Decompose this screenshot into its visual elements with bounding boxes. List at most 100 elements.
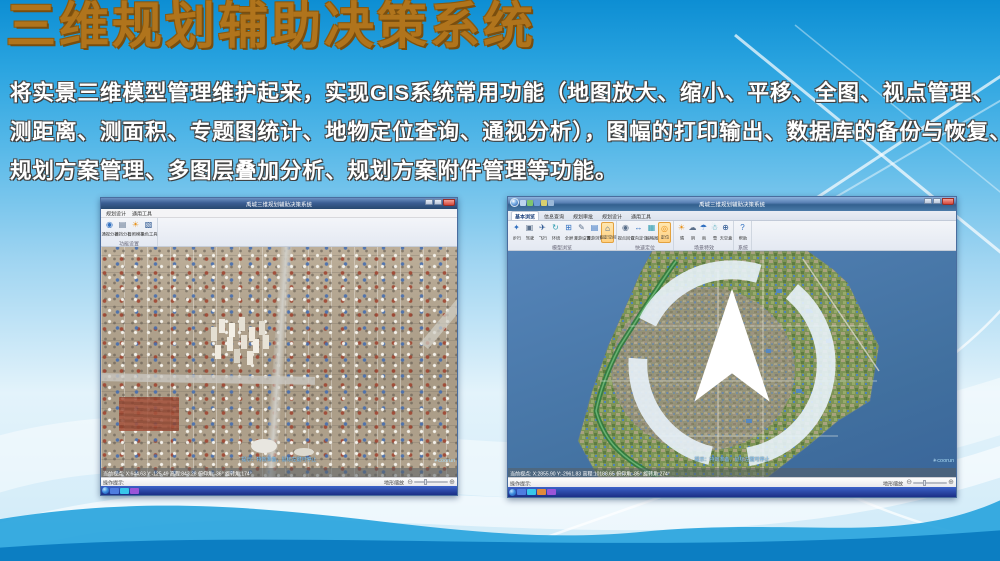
viewpoint-overlay-bar: 当前视点: X:2855.90 Y:-2961.83 高程:10188.65 俯…: [508, 468, 956, 477]
menu-tab-plan-design-label: 规划设计: [106, 209, 126, 217]
group-quick-locate-label: 快速定位: [635, 243, 655, 251]
cloudy-button[interactable]: ☁ 阴: [687, 222, 698, 243]
tab-plan-approval[interactable]: 规划审批: [569, 211, 597, 220]
help-button[interactable]: ? 帮助: [736, 222, 749, 243]
tab-plan-approval-label: 规划审批: [573, 212, 593, 220]
right-windows-taskbar[interactable]: [508, 487, 956, 497]
fly-button[interactable]: ✈ 飞行: [536, 222, 549, 243]
body-line-2: 测距离、测面积、专题图统计、地物定位查询、通视分析），图幅的打印输出、数据库的备…: [10, 113, 995, 152]
maximize-button[interactable]: [933, 198, 941, 204]
quick-access-icon[interactable]: [541, 200, 547, 206]
minimize-button[interactable]: [924, 198, 932, 204]
viewpoint-readout: 当前视点: X:2855.90 Y:-2961.83 高程:10188.65 俯…: [510, 469, 670, 477]
quick-access-icon[interactable]: [534, 200, 540, 206]
zoom-slider-track[interactable]: [913, 482, 947, 484]
status-hint-label: 操作提示:: [510, 479, 531, 487]
two-way-locate-button[interactable]: ↔ 双向定位: [632, 222, 645, 243]
taskbar-item[interactable]: [120, 488, 129, 494]
snow-button[interactable]: ☃ 雪: [709, 222, 720, 243]
ribbon-group-scene-effects: ☀ 晴 ☁ 阴 ☂ 雨 ☃ 雪 ⊕ 天空盒 场景特效: [674, 221, 734, 250]
locate-button[interactable]: ◎ 定位: [658, 222, 671, 243]
zoom-slider-thumb[interactable]: [424, 479, 427, 485]
fixed-space-button[interactable]: ⌂ 固定空间: [601, 222, 614, 243]
taskbar-item[interactable]: [517, 489, 526, 495]
zoom-out-icon[interactable]: ⊖: [407, 479, 413, 486]
drive-button[interactable]: ▣ 驾驶: [523, 222, 536, 243]
zoom-slider-track[interactable]: [414, 481, 448, 483]
rain-button[interactable]: ☂ 雨: [698, 222, 709, 243]
presentation-slide: 三维规划辅助决策系统 将实景三维模型管理维护起来，实现GIS系统常用功能（地图放…: [0, 0, 1000, 561]
right-window-controls: [924, 198, 954, 205]
compass-needle: [694, 289, 769, 402]
skybox-button[interactable]: ⊕ 天空盒: [720, 222, 731, 243]
left-window-title: 禹城三维规划辅助决策系统: [246, 199, 312, 207]
ribbon-group-system: ? 帮助 系统: [734, 221, 752, 250]
close-button[interactable]: [942, 198, 954, 205]
menu-tab-plan-design[interactable]: 规划设计: [103, 209, 129, 217]
zoom-in-icon[interactable]: ⊕: [948, 479, 954, 486]
taskbar-item[interactable]: [537, 489, 546, 495]
orbit-button[interactable]: ↻ 环绕: [549, 222, 562, 243]
walk-label: 步行: [512, 234, 520, 240]
group-system-label: 系统: [738, 243, 748, 251]
zoom-out-icon[interactable]: ⊖: [906, 479, 912, 486]
thumbnail-label: 缩略图: [645, 234, 658, 240]
paint-tool-label: 染色工具: [140, 230, 157, 236]
ribbon-group-function-settings: ◉ 通视分析 ▤ 遮挡分析 ☀ 日照模拟 ▧ 染色工具: [101, 218, 158, 246]
app-logo: [510, 198, 519, 207]
zoom-slider-thumb[interactable]: [923, 480, 926, 486]
terrain-zoom-label-box: 地形缩放: [881, 478, 905, 487]
tab-info-query[interactable]: 信息查询: [540, 211, 568, 220]
compass[interactable]: [508, 251, 956, 477]
right-map-view[interactable]: 提示：特效准备，鼠标左键可停止 ✳ coorun 当前视点: X:2855.90…: [508, 251, 956, 477]
coorun-logo-text: coorun: [937, 457, 954, 463]
right-title-bar[interactable]: 禹城三维规划辅助决策系统: [508, 197, 956, 211]
ribbon-tab-bar: 基本浏览 信息查询 规划审批 规划设计 通用工具: [508, 211, 956, 221]
thumbnail-button[interactable]: ▦ 缩略图: [645, 222, 658, 243]
ribbon-group-label: 功能设置: [103, 239, 155, 246]
group-model-browse-label: 模型浏览: [552, 243, 572, 251]
left-windows-taskbar[interactable]: [101, 486, 457, 495]
close-button[interactable]: [443, 199, 455, 206]
tab-plan-design-label: 规划设计: [602, 212, 622, 220]
taskbar-item[interactable]: [527, 489, 536, 495]
quick-access-icon[interactable]: [520, 200, 526, 206]
body-line-1: 将实景三维模型管理维护起来，实现GIS系统常用功能（地图放大、缩小、平移、全图、…: [10, 74, 995, 113]
terrain-zoom-control[interactable]: 地形缩放 ⊖ ⊕: [881, 478, 954, 487]
tab-common-tools[interactable]: 通用工具: [627, 211, 655, 220]
map-tip-text: 提示：特效准备，鼠标左键可停止: [242, 455, 317, 463]
left-title-bar[interactable]: 禹城三维规划辅助决策系统: [101, 198, 457, 209]
menu-tab-common-tools-label: 通用工具: [132, 209, 152, 217]
taskbar-item[interactable]: [130, 488, 139, 494]
zoom-in-icon[interactable]: ⊕: [449, 479, 455, 486]
quick-access-icon[interactable]: [527, 200, 533, 206]
tab-basic-browse[interactable]: 基本浏览: [511, 211, 539, 220]
group-scene-effects-label: 场景特效: [694, 243, 714, 251]
help-label: 帮助: [738, 234, 746, 240]
left-map-view[interactable]: 提示：特效准备，鼠标左键可停止 ✳ coorun 当前视点: X:644.63 …: [101, 247, 457, 477]
sunny-label: 晴: [679, 234, 683, 240]
red-roof-buildings: [119, 397, 179, 431]
coorun-logo-text: coorun: [438, 457, 455, 463]
quick-access-icon[interactable]: [548, 200, 554, 206]
sunny-button[interactable]: ☀ 晴: [676, 222, 687, 243]
drive-label: 驾驶: [525, 234, 533, 240]
taskbar-item[interactable]: [547, 489, 556, 495]
start-button[interactable]: [102, 487, 109, 494]
terrain-zoom-control[interactable]: 地形缩放 ⊖ ⊕: [382, 478, 455, 486]
tab-plan-design[interactable]: 规划设计: [598, 211, 626, 220]
quick-access-toolbar: [510, 198, 554, 207]
minimize-button[interactable]: [425, 199, 433, 205]
maximize-button[interactable]: [434, 199, 442, 205]
menu-tab-common-tools[interactable]: 通用工具: [129, 209, 155, 217]
walk-button[interactable]: ✦ 步行: [510, 222, 523, 243]
ribbon-group-model-browse: ✦ 步行 ▣ 驾驶 ✈ 飞行 ↻ 环绕 ⊞ 全屏: [508, 221, 617, 250]
taskbar-item[interactable]: [110, 488, 119, 494]
paint-tool-button[interactable]: ▧ 染色工具: [142, 219, 155, 239]
coorun-logo-icon: ✳: [932, 457, 936, 463]
left-status-bar: 操作提示: 地形缩放 ⊖ ⊕: [101, 477, 457, 486]
right-status-bar: 操作提示: 地形缩放 ⊖ ⊕: [508, 477, 956, 487]
slide-title: 三维规划辅助决策系统: [6, 0, 536, 58]
start-button[interactable]: [509, 489, 516, 496]
ribbon-group-quick-locate: ◉ 视点回位 ↔ 双向定位 ▦ 缩略图 ◎ 定位 快速定位: [617, 221, 674, 250]
